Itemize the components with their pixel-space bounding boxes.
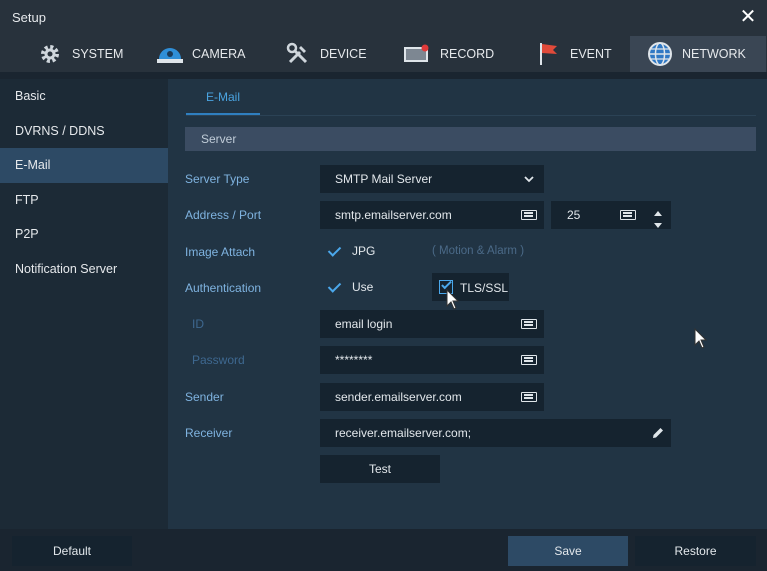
tls-ssl-label: TLS/SSL — [460, 281, 509, 295]
gear-icon — [36, 40, 64, 68]
tab-label: DEVICE — [320, 47, 367, 61]
tab-separator — [0, 72, 767, 79]
sender-value: sender.emailserver.com — [335, 390, 462, 404]
address-value: smtp.emailserver.com — [335, 208, 452, 222]
sidebar-item-p2p[interactable]: P2P — [0, 217, 168, 252]
window-title: Setup — [12, 10, 46, 25]
checkmark-icon — [328, 280, 342, 294]
tab-label: EVENT — [570, 47, 612, 61]
password-input[interactable]: ******** — [320, 346, 544, 374]
password-label: Password — [192, 353, 245, 367]
sidebar-item-email[interactable]: E-Mail — [0, 148, 168, 183]
title-bar: Setup ✕ — [0, 0, 767, 36]
use-auth-checkbox[interactable]: Use — [328, 280, 373, 294]
keyboard-icon[interactable] — [521, 355, 537, 365]
jpg-checkbox[interactable]: JPG — [328, 244, 375, 258]
id-label: ID — [192, 317, 204, 331]
sender-label: Sender — [185, 390, 224, 404]
tab-system[interactable]: SYSTEM — [36, 36, 123, 72]
sender-input[interactable]: sender.emailserver.com — [320, 383, 544, 411]
stepper-up-icon[interactable] — [654, 205, 662, 219]
sidebar: Basic DVRNS / DDNS E-Mail FTP P2P Notifi… — [0, 79, 168, 529]
stepper-down-icon[interactable] — [654, 218, 662, 232]
mouse-cursor-icon — [446, 288, 460, 314]
server-type-select[interactable]: SMTP Mail Server — [320, 165, 544, 193]
tab-label: RECORD — [440, 47, 495, 61]
tab-label: NETWORK — [682, 47, 746, 61]
id-value: email login — [335, 317, 393, 331]
receiver-input[interactable]: receiver.emailserver.com; — [320, 419, 671, 447]
port-stepper[interactable]: 25 — [551, 201, 671, 229]
subtab-divider — [186, 115, 756, 116]
image-attach-note: ( Motion & Alarm ) — [432, 245, 525, 257]
globe-icon — [646, 40, 674, 68]
tab-device[interactable]: DEVICE — [284, 36, 367, 72]
tab-network[interactable]: NETWORK — [630, 36, 766, 72]
chevron-down-icon — [524, 173, 534, 187]
tab-camera[interactable]: CAMERA — [156, 36, 245, 72]
keyboard-icon[interactable] — [521, 392, 537, 402]
record-icon — [402, 40, 432, 68]
sidebar-item-ftp[interactable]: FTP — [0, 183, 168, 218]
keyboard-icon[interactable] — [521, 319, 537, 329]
server-type-label: Server Type — [185, 172, 250, 186]
camera-icon — [156, 40, 184, 68]
id-input[interactable]: email login — [320, 310, 544, 338]
receiver-value: receiver.emailserver.com; — [335, 426, 472, 440]
pencil-icon[interactable] — [651, 426, 665, 443]
close-icon[interactable]: ✕ — [739, 6, 757, 28]
receiver-label: Receiver — [185, 426, 233, 440]
port-value: 25 — [567, 208, 581, 222]
main-tabs: SYSTEM CAMERA DEVICE RECORD EVENT NETWOR… — [0, 36, 767, 72]
keyboard-icon[interactable] — [521, 210, 537, 220]
password-value: ******** — [335, 353, 373, 367]
server-type-value: SMTP Mail Server — [335, 172, 433, 186]
jpg-label: JPG — [352, 244, 376, 258]
image-attach-label: Image Attach — [185, 245, 256, 259]
checkmark-icon — [328, 244, 342, 258]
flag-icon — [534, 40, 562, 68]
save-button[interactable]: Save — [508, 536, 628, 566]
tab-record[interactable]: RECORD — [402, 36, 494, 72]
address-port-label: Address / Port — [185, 208, 262, 222]
mouse-cursor-icon — [694, 327, 708, 353]
tab-label: SYSTEM — [72, 47, 124, 61]
keyboard-icon[interactable] — [620, 210, 636, 220]
tls-ssl-checkbox[interactable]: TLS/SSL — [432, 273, 509, 301]
tools-icon — [284, 40, 312, 68]
sidebar-item-dvrns-ddns[interactable]: DVRNS / DDNS — [0, 114, 168, 149]
sidebar-item-basic[interactable]: Basic — [0, 79, 168, 114]
sidebar-item-notification-server[interactable]: Notification Server — [0, 252, 168, 287]
section-header-server: Server — [185, 127, 756, 151]
tab-event[interactable]: EVENT — [534, 36, 612, 72]
test-button[interactable]: Test — [320, 455, 440, 483]
default-button[interactable]: Default — [12, 536, 132, 566]
tab-label: CAMERA — [192, 47, 246, 61]
use-label: Use — [352, 280, 374, 294]
authentication-label: Authentication — [185, 281, 262, 295]
subtab-email[interactable]: E-Mail — [186, 79, 260, 115]
address-input[interactable]: smtp.emailserver.com — [320, 201, 544, 229]
restore-button[interactable]: Restore — [635, 536, 756, 566]
